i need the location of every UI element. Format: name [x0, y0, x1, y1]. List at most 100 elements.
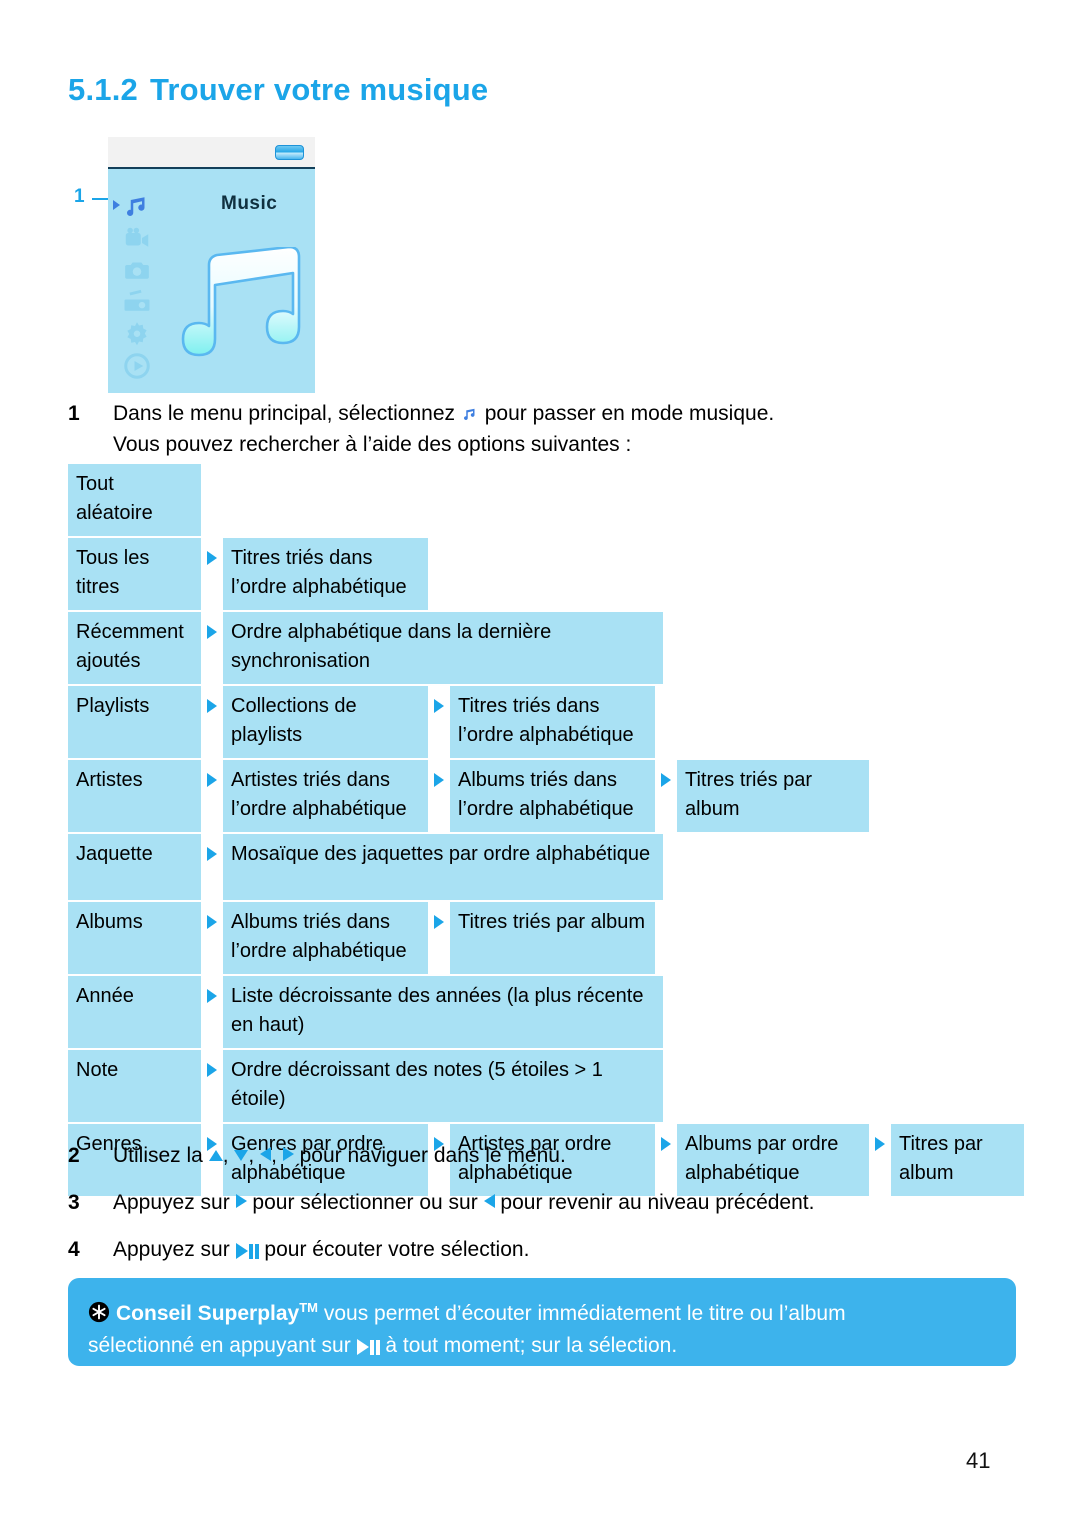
flow-cell-level1[interactable]: Albums	[68, 902, 201, 974]
step-1-line2: Vous pouvez rechercher à l’aide des opti…	[113, 433, 632, 456]
flow-cell-level1[interactable]: Tous les titres	[68, 538, 201, 610]
flow-cell-level1[interactable]: Jaquette	[68, 834, 201, 900]
flow-cell-level1[interactable]: Playlists	[68, 686, 201, 758]
table-row: Année Liste décroissante des années (la …	[68, 976, 1018, 1048]
flow-arrow-icon	[201, 612, 223, 684]
play-pause-icon	[356, 1331, 380, 1363]
tip-banner-text-3: à tout moment; sur la sélection.	[385, 1334, 678, 1357]
step-1-number: 1	[68, 402, 80, 425]
step-1: 1 Dans le menu principal, sélectionnez p…	[68, 398, 968, 460]
flow-arrow-icon	[201, 760, 223, 832]
flow-arrow-icon	[201, 538, 223, 610]
device-screenshot: Music	[108, 137, 315, 393]
manual-page: 5.1.2 Trouver votre musique 1 Music 1 Da…	[0, 0, 1080, 1527]
step-2-number: 2	[68, 1144, 80, 1167]
arrow-left-icon	[483, 1194, 495, 1208]
step-4-text: Appuyez sur pour écouter votre sélection…	[113, 1234, 968, 1266]
flow-cell-level1[interactable]: Année	[68, 976, 201, 1048]
callout-number-1: 1	[74, 186, 85, 207]
flow-cell-level1[interactable]: Récemment ajoutés	[68, 612, 201, 684]
arrow-right-icon	[235, 1194, 247, 1208]
arrow-up-icon	[208, 1150, 223, 1161]
step-3-text: Appuyez sur pour sélectionner ou sur pou…	[113, 1187, 988, 1218]
play-circle-icon[interactable]	[122, 351, 152, 381]
page-number: 41	[966, 1448, 991, 1473]
step-3-number: 3	[68, 1191, 80, 1214]
device-screen-title: Music	[221, 193, 278, 214]
step-2: 2 Utilisez la , , , pour naviguer dans l…	[68, 1140, 968, 1171]
step-4-part2: pour écouter votre sélection.	[264, 1238, 530, 1261]
step-2-sep1: ,	[222, 1144, 229, 1167]
flow-cell-level2[interactable]: Artistes triés dans l’ordre alphabétique	[223, 760, 428, 832]
table-row: Albums Albums triés dans l’ordre alphabé…	[68, 902, 1018, 974]
table-row: Tout aléatoire	[68, 464, 1018, 536]
tip-banner-trademark: TM	[299, 1300, 318, 1315]
arrow-right-icon	[282, 1147, 294, 1161]
flow-cell-level2[interactable]: Ordre alphabétique dans la dernière sync…	[223, 612, 663, 684]
step-3-part2: pour sélectionner ou sur	[252, 1191, 478, 1214]
photo-camera-icon[interactable]	[122, 255, 152, 285]
table-row: Note Ordre décroissant des notes (5 étoi…	[68, 1050, 1018, 1122]
flow-cell-level1[interactable]: Tout aléatoire	[68, 464, 201, 536]
music-note-graphic	[171, 245, 311, 379]
step-1-line1-after: pour passer en mode musique.	[484, 402, 775, 425]
flow-arrow-icon	[201, 976, 223, 1048]
flow-arrow-icon	[428, 760, 450, 832]
device-screen-body: Music	[108, 169, 315, 393]
flow-cell-level2[interactable]: Albums triés dans l’ordre alphabétique	[223, 902, 428, 974]
step-2-sep2: ,	[248, 1144, 255, 1167]
flow-arrow-icon	[428, 902, 450, 974]
tip-banner: Conseil SuperplayTM vous permet d’écoute…	[68, 1278, 1016, 1366]
step-3: 3 Appuyez sur pour sélectionner ou sur p…	[68, 1187, 988, 1218]
step-3-part1: Appuyez sur	[113, 1191, 230, 1214]
flow-cell-level1[interactable]: Note	[68, 1050, 201, 1122]
section-number: 5.1.2	[68, 72, 138, 107]
video-camera-icon[interactable]	[122, 223, 152, 253]
flow-cell-level2[interactable]: Titres triés dans l’ordre alphabétique	[223, 538, 428, 610]
step-3-part3: pour revenir au niveau précédent.	[500, 1191, 815, 1214]
step-2-text: Utilisez la , , , pour naviguer dans le …	[113, 1140, 968, 1171]
step-2-before: Utilisez la	[113, 1144, 203, 1167]
flow-arrow-icon	[201, 1050, 223, 1122]
table-row: Jaquette Mosaïque des jaquettes par ordr…	[68, 834, 1018, 900]
table-row: Récemment ajoutés Ordre alphabétique dan…	[68, 612, 1018, 684]
radio-icon[interactable]	[122, 287, 152, 317]
tip-banner-bold-text: Conseil Superplay	[116, 1302, 300, 1325]
arrow-down-icon	[234, 1150, 249, 1161]
table-row: Playlists Collections de playlists Titre…	[68, 686, 1018, 758]
flow-cell-level2[interactable]: Mosaïque des jaquettes par ordre alphabé…	[223, 834, 663, 900]
section-title: Trouver votre musique	[149, 72, 489, 107]
flow-arrow-icon	[201, 902, 223, 974]
step-4-number: 4	[68, 1238, 80, 1261]
flow-arrow-icon	[655, 760, 677, 832]
step-4: 4 Appuyez sur pour écouter votre sélecti…	[68, 1234, 968, 1266]
flow-arrow-icon	[201, 834, 223, 900]
flow-cell-level2[interactable]: Ordre décroissant des notes (5 étoiles >…	[223, 1050, 663, 1122]
flow-cell-level2[interactable]: Collections de playlists	[223, 686, 428, 758]
step-1-text: Dans le menu principal, sélectionnez pou…	[113, 398, 968, 460]
flow-cell-level3[interactable]: Titres triés dans l’ordre alphabétique	[450, 686, 655, 758]
table-row: Tous les titres Titres triés dans l’ordr…	[68, 538, 1018, 610]
flow-arrow-icon	[201, 686, 223, 758]
tip-banner-text-1: vous permet d’écouter immédiatement le t…	[323, 1302, 846, 1325]
flow-cell-level4[interactable]: Titres triés par album	[677, 760, 869, 832]
step-1-line1-before: Dans le menu principal, sélectionnez	[113, 402, 456, 425]
flow-cell-level3[interactable]: Albums triés dans l’ordre alphabétique	[450, 760, 655, 832]
tip-banner-text-2: sélectionné en appuyant sur	[88, 1334, 351, 1357]
arrow-left-icon	[260, 1147, 272, 1161]
table-row: Artistes Artistes triés dans l’ordre alp…	[68, 760, 1018, 832]
flow-cell-level2[interactable]: Liste décroissante des années (la plus r…	[223, 976, 663, 1048]
step-2-sep3: ,	[271, 1144, 277, 1167]
music-note-icon[interactable]	[122, 191, 152, 221]
page-title: 5.1.2 Trouver votre musique	[68, 72, 488, 108]
play-pause-icon	[235, 1235, 259, 1266]
battery-icon	[275, 145, 304, 160]
music-note-inline-icon	[461, 401, 479, 420]
flow-cell-level3[interactable]: Titres triés par album	[450, 902, 655, 974]
flow-cell-level1[interactable]: Artistes	[68, 760, 201, 832]
selection-caret-icon	[113, 200, 120, 210]
navigation-flow-table: Tout aléatoire Tous les titres Titres tr…	[68, 464, 1024, 1198]
step-2-after: pour naviguer dans le menu.	[299, 1144, 566, 1167]
settings-gear-icon[interactable]	[122, 319, 152, 349]
device-sidebar	[113, 191, 158, 383]
